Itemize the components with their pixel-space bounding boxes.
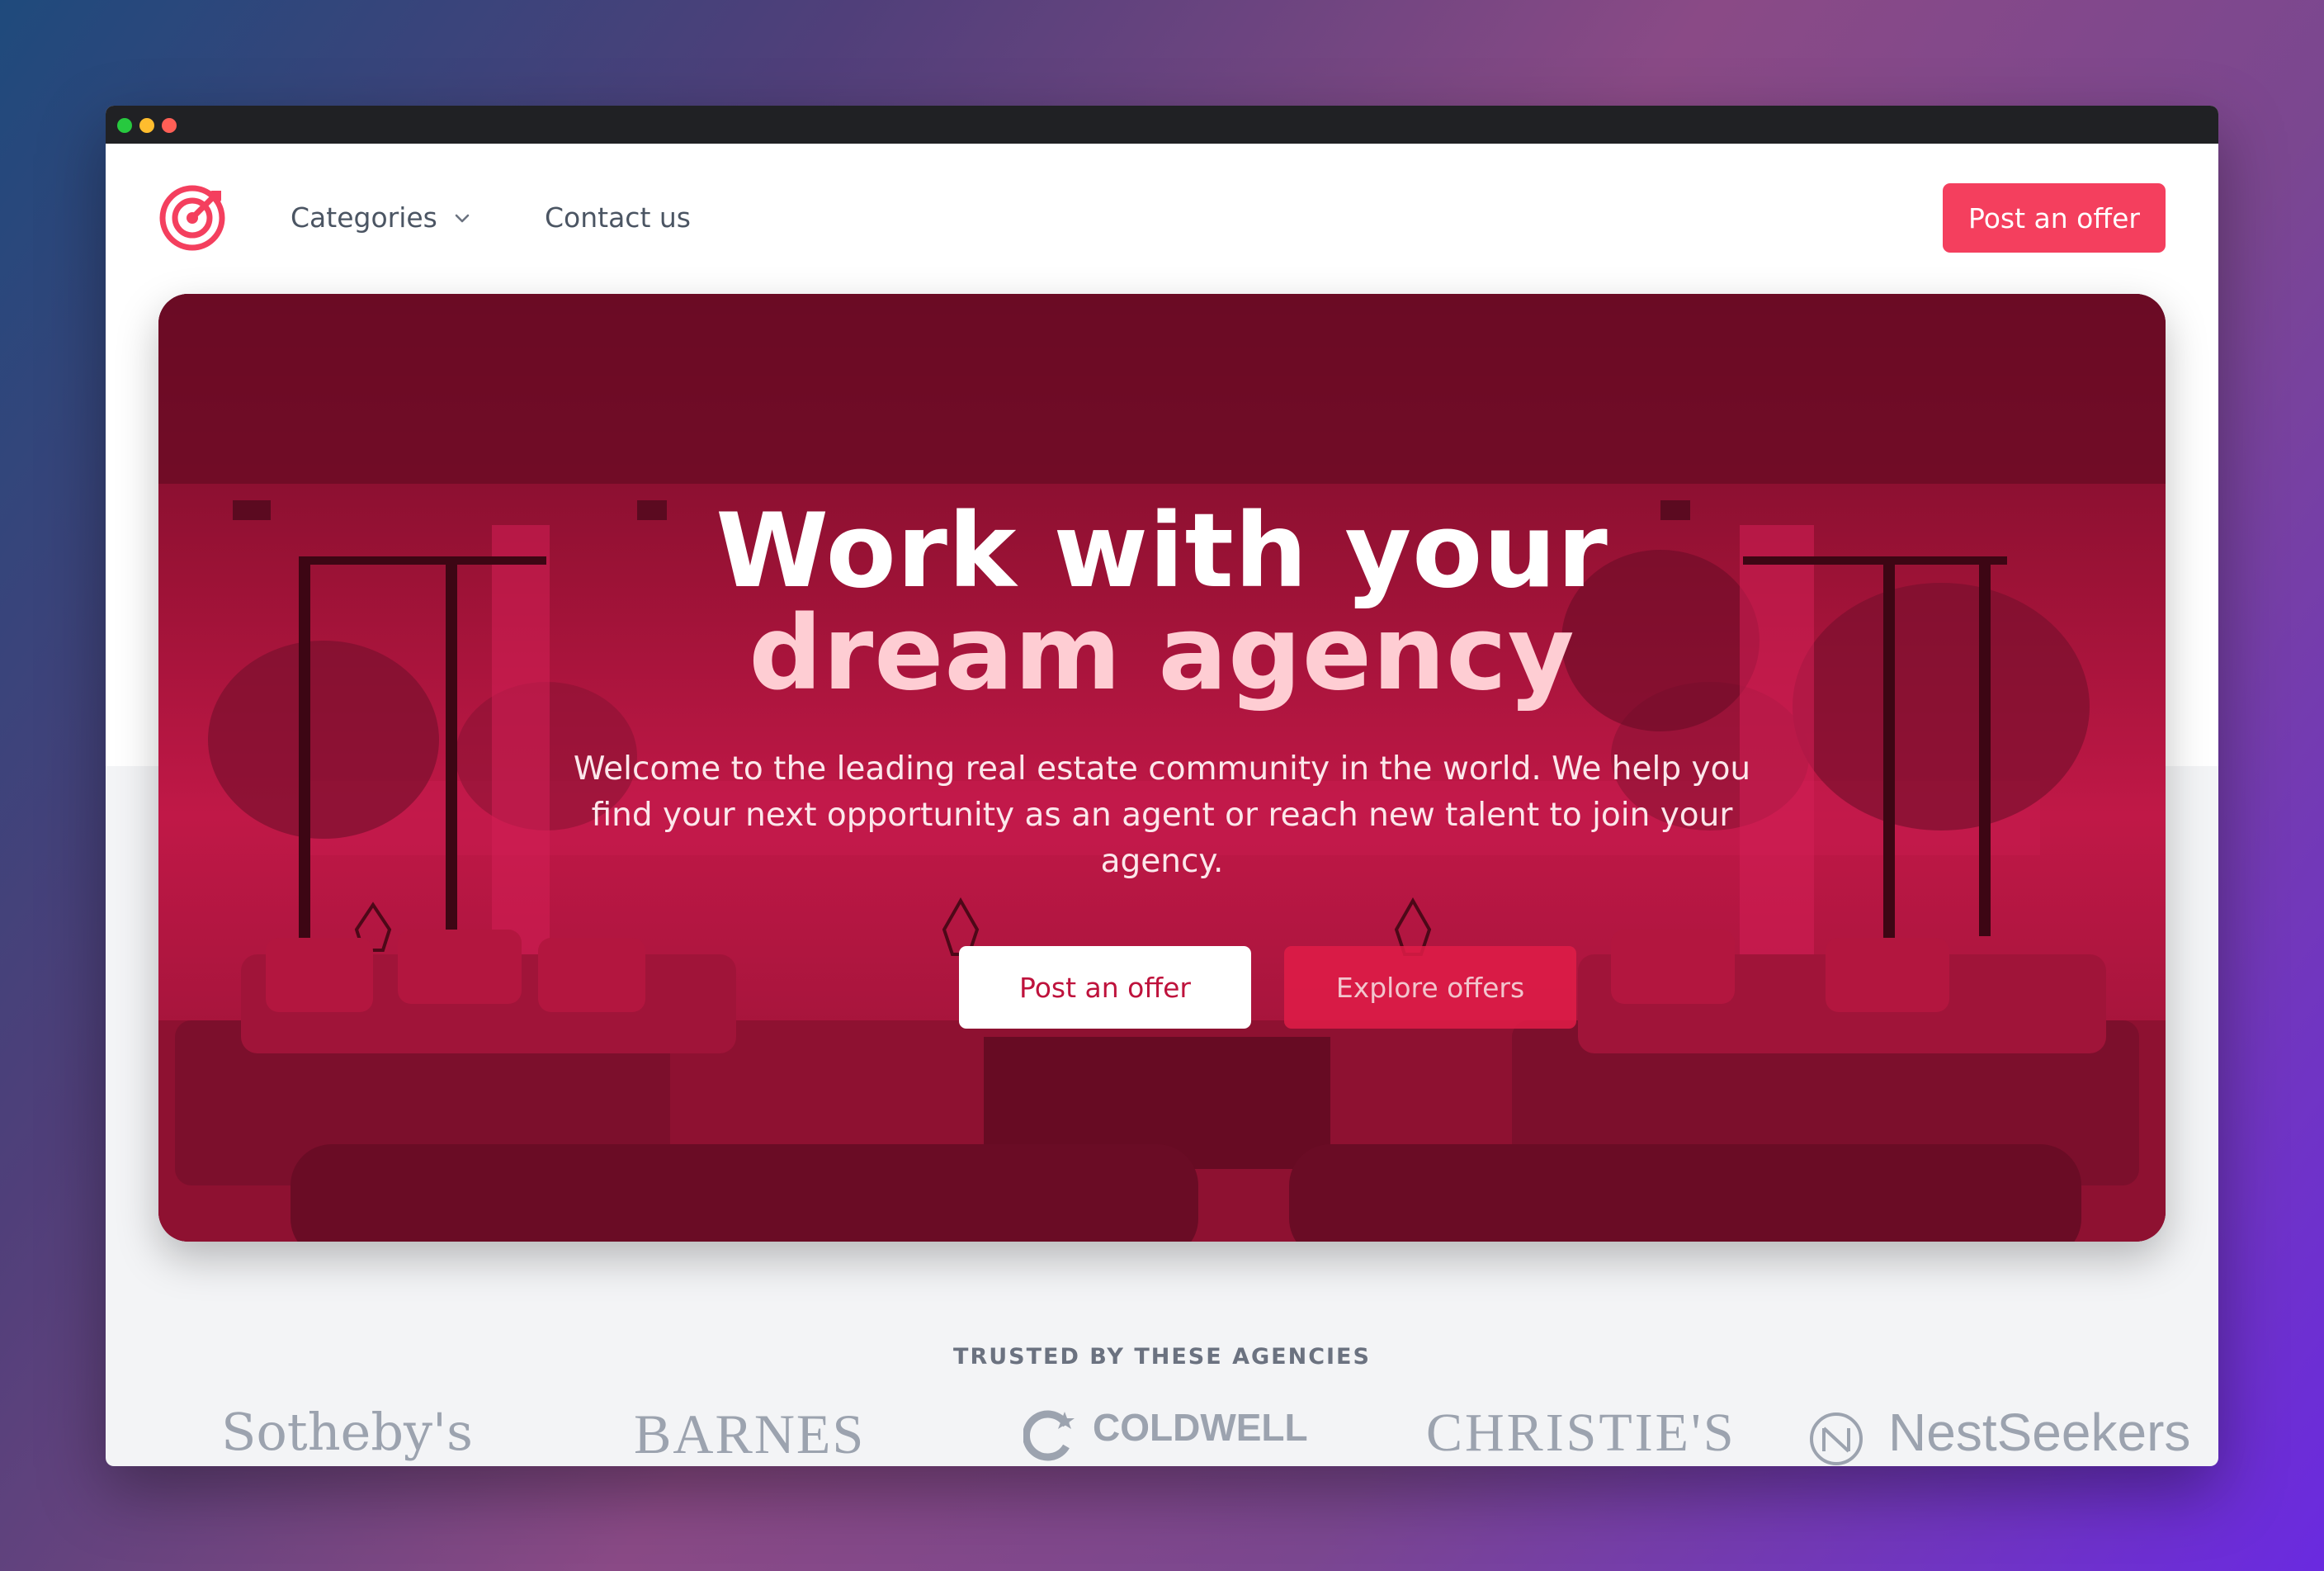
agency-logo-barnes: BARNES [634, 1403, 866, 1465]
window-close-dot[interactable] [162, 118, 177, 133]
agency-logo-nestseekers: NestSeekers [1888, 1403, 2191, 1462]
window-maximize-dot[interactable] [117, 118, 132, 133]
trusted-by-heading: TRUSTED BY THESE AGENCIES [953, 1344, 1371, 1370]
agency-logos: Sotheby's BARNES COLDWELL CHRISTIE'S Nes… [106, 1394, 2218, 1466]
window-minimize-dot[interactable] [139, 118, 154, 133]
post-offer-button[interactable]: Post an offer [1943, 183, 2166, 253]
nav-contact-us[interactable]: Contact us [545, 201, 691, 234]
hero-title-line1: Work with your [716, 492, 1608, 611]
top-navigation: Categories Contact us Post an offer [106, 144, 2218, 292]
chevron-down-icon[interactable] [452, 208, 472, 228]
hero-title-line2: dream agency [749, 594, 1575, 713]
target-icon[interactable] [158, 183, 227, 253]
nestseekers-icon [1810, 1412, 1863, 1465]
hero-title: Work with your dream agency [158, 500, 2166, 705]
hero-banner: Work with your dream agency Welcome to t… [158, 294, 2166, 1242]
agency-logo-coldwell: COLDWELL [1093, 1406, 1308, 1449]
hero-description: Welcome to the leading real estate commu… [573, 750, 1751, 880]
explore-offers-button[interactable]: Explore offers [1284, 946, 1576, 1029]
window-titlebar [106, 106, 2218, 144]
nav-categories[interactable]: Categories [290, 201, 437, 234]
agency-logo-sothebys: Sotheby's [221, 1402, 473, 1462]
coldwell-banker-icon [1023, 1410, 1075, 1461]
hero-post-offer-button[interactable]: Post an offer [959, 946, 1251, 1029]
agency-logo-christies: CHRISTIE'S [1426, 1403, 1736, 1463]
browser-window: Categories Contact us Post an offer Work… [106, 106, 2218, 1466]
